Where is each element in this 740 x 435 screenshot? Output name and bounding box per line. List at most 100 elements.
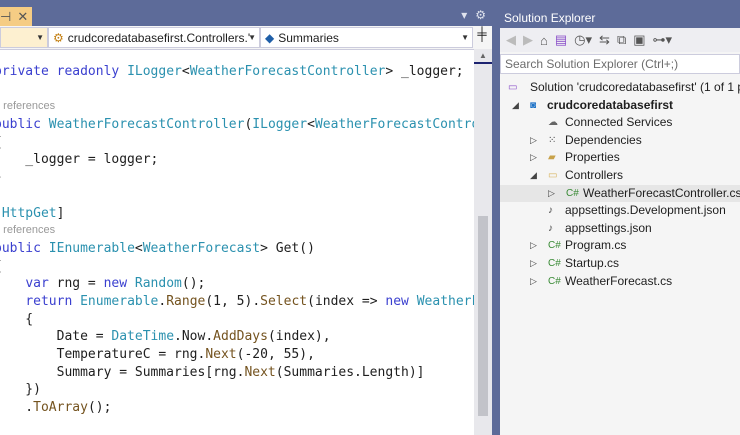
code-token: Summary = Summaries[rng.: [0, 364, 245, 380]
tree-item-label: Startup.cs: [565, 255, 620, 270]
forward-icon[interactable]: ▶: [523, 32, 533, 48]
tree-item-label: Solution 'crudcoredatabasefirst' (1 of 1…: [530, 80, 740, 94]
web-project-icon: ◙: [530, 99, 537, 111]
tree-item[interactable]: ▷ C# WeatherForecastController.cs: [500, 184, 740, 203]
switch-views-icon[interactable]: ▤: [555, 32, 567, 48]
tree-item[interactable]: ▷ ⁙ Dependencies: [500, 132, 740, 150]
code-token: WeatherForecastController: [314, 117, 492, 133]
scrollbar-thumb[interactable]: [478, 216, 488, 416]
tree-item[interactable]: ♪ appsettings.Development.json: [500, 202, 740, 220]
member-dropdown[interactable]: ◆ Summaries ▼: [260, 27, 473, 48]
code-line: {: [0, 258, 492, 276]
navigation-bar: ▼ ⚙ crudcoredatabasefirst.Controllers.' …: [0, 26, 492, 50]
code-token: > _logger;: [385, 64, 464, 79]
code-token: (Summaries.Length)]: [275, 364, 425, 380]
show-all-files-icon[interactable]: ▣: [633, 32, 645, 48]
tree-item[interactable]: ▷ ▰ Properties: [500, 149, 740, 167]
tree-item[interactable]: ◢ ◙ crudcoredatabasefirst: [500, 97, 740, 115]
tree-item[interactable]: ◢ ▭ Controllers: [500, 167, 740, 185]
code-token: AddDays: [213, 329, 268, 345]
code-line: public IEnumerable<WeatherForecast> Get(…: [0, 240, 492, 258]
code-line: public WeatherForecastController(ILogger…: [0, 116, 492, 134]
expanded-arrow-icon[interactable]: ◢: [512, 97, 519, 115]
tree-item-label: Dependencies: [565, 132, 642, 147]
code-token: WeatherForecastController: [189, 64, 386, 79]
tree-item[interactable]: ☁ Connected Services: [500, 114, 740, 132]
properties-icon: ▰: [548, 152, 556, 164]
tree-item[interactable]: ♪ appsettings.json: [500, 220, 740, 238]
code-line: .ToArray();: [0, 399, 492, 417]
code-token: <: [134, 240, 143, 256]
search-input[interactable]: Search Solution Explorer (Ctrl+;): [500, 54, 740, 74]
class-name: crudcoredatabasefirst.Controllers.': [67, 30, 251, 45]
code-token: WeatherForecast: [142, 240, 261, 256]
collapsed-arrow-icon[interactable]: ▷: [548, 185, 555, 203]
code-token: new: [103, 276, 135, 292]
tree-item[interactable]: ▭ Solution 'crudcoredatabasefirst' (1 of …: [500, 79, 740, 97]
code-token: Date =: [0, 329, 112, 345]
code-token: (-20, 55),: [236, 347, 315, 362]
back-icon[interactable]: ◀: [506, 32, 516, 48]
project-dropdown[interactable]: ▼: [0, 27, 48, 48]
code-token: Random: [134, 276, 182, 292]
code-token: Next: [205, 347, 237, 362]
csharp-file-icon: C#: [548, 240, 561, 252]
sync-icon[interactable]: ⇆: [599, 32, 610, 48]
code-line: Summary = Summaries[rng.Next(Summaries.L…: [0, 364, 492, 382]
close-icon[interactable]: ✕: [17, 9, 28, 25]
pending-changes-icon[interactable]: ◷▾: [574, 32, 592, 48]
csharp-file-icon: C#: [548, 257, 561, 269]
collapsed-arrow-icon[interactable]: ▷: [530, 255, 537, 273]
editor-tab[interactable]: ⊣ ✕: [0, 7, 32, 26]
tree-item[interactable]: ▷ C# Startup.cs: [500, 255, 740, 273]
code-line: var rng = new Random();: [0, 275, 492, 293]
code-line: }): [0, 381, 492, 399]
solution-tree: ▭ Solution 'crudcoredatabasefirst' (1 of …: [500, 79, 740, 290]
collapsed-arrow-icon[interactable]: ▷: [530, 237, 537, 255]
collapsed-arrow-icon[interactable]: ▷: [530, 273, 537, 291]
code-token: ILogger: [252, 117, 308, 133]
code-token: Range: [166, 293, 206, 309]
tree-item-label: appsettings.Development.json: [565, 203, 726, 218]
home-icon[interactable]: ⌂: [540, 33, 548, 48]
properties-icon[interactable]: ⊶▾: [653, 32, 673, 48]
code-line: _logger = logger;: [0, 151, 492, 169]
tree-item[interactable]: ▷ C# Program.cs: [500, 237, 740, 255]
code-line: TemperatureC = rng.Next(-20, 55),: [0, 346, 492, 364]
code-line: Date = DateTime.Now.AddDays(index),: [0, 328, 492, 346]
tree-item[interactable]: ▷ C# WeatherForecast.cs: [500, 273, 740, 291]
code-token: .: [25, 400, 34, 416]
code-token: ILogger: [127, 64, 182, 79]
gear-icon[interactable]: ⚙: [475, 8, 486, 22]
collapse-all-icon[interactable]: ⧉: [617, 32, 626, 48]
tree-item-label: crudcoredatabasefirst: [547, 97, 674, 112]
code-line: [HttpGet]: [0, 205, 492, 223]
collapsed-arrow-icon[interactable]: ▷: [530, 132, 537, 150]
code-token: {: [0, 135, 2, 150]
json-file-icon: ♪: [548, 222, 553, 234]
solution-icon: ▭: [508, 82, 518, 93]
class-icon: ⚙: [53, 30, 64, 45]
class-dropdown[interactable]: ⚙ crudcoredatabasefirst.Controllers.' ▼: [48, 27, 260, 48]
code-text[interactable]: private readonly ILogger<WeatherForecast…: [0, 63, 492, 417]
collapsed-arrow-icon[interactable]: ▷: [530, 149, 537, 167]
chevron-down-icon: ▼: [248, 33, 256, 42]
dropdown-icon[interactable]: ▾: [461, 8, 467, 22]
csharp-file-icon: C#: [548, 275, 561, 287]
chevron-down-icon: ▼: [461, 33, 469, 42]
code-token: .Now.: [174, 329, 214, 345]
code-editor[interactable]: ▼ ⚙ crudcoredatabasefirst.Controllers.' …: [0, 26, 492, 435]
codelens-references[interactable]: 2 references: [0, 100, 55, 112]
code-token: _logger = logger;: [0, 152, 159, 168]
codelens-references[interactable]: 0 references: [0, 224, 55, 236]
tree-item-label: WeatherForecastController.cs: [583, 185, 740, 200]
csharp-file-icon: C#: [566, 187, 579, 199]
pin-icon[interactable]: ⊣: [0, 9, 11, 25]
expanded-arrow-icon[interactable]: ◢: [530, 167, 537, 185]
code-token: rng =: [56, 276, 104, 292]
folder-icon: ▭: [548, 169, 558, 181]
split-icon[interactable]: ╪: [473, 26, 491, 49]
code-token: }): [25, 382, 41, 398]
